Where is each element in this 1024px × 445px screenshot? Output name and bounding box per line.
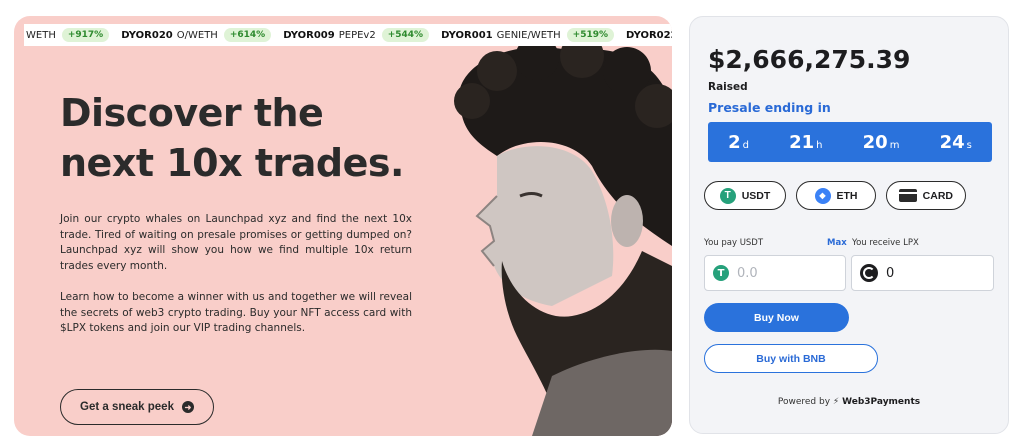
sneak-peek-button[interactable]: Get a sneak peek ➜ bbox=[60, 389, 214, 425]
lpx-token-icon bbox=[860, 264, 878, 282]
raised-label: Raised bbox=[708, 81, 748, 93]
countdown-seconds: 24 s bbox=[940, 132, 972, 153]
usdt-icon: T bbox=[719, 187, 736, 204]
countdown-minutes: 20 m bbox=[863, 132, 900, 153]
receive-amount-field: 0 bbox=[851, 255, 994, 291]
countdown-days: 2 d bbox=[728, 132, 749, 153]
countdown-hours: 21 h bbox=[789, 132, 822, 153]
ticker-symbol: DYOR020 bbox=[121, 29, 173, 41]
countdown-value: 21 bbox=[789, 131, 815, 153]
powered-by-footer: Powered by ⚡ Web3Payments bbox=[690, 397, 1008, 407]
max-button[interactable]: Max bbox=[827, 238, 847, 248]
raised-amount: $2,666,275.39 bbox=[708, 45, 911, 74]
ticker-item[interactable]: DYOR020 O/WETH +614% bbox=[121, 28, 272, 42]
ticker-pair: PEPEv2 bbox=[338, 29, 376, 41]
countdown-value: 20 bbox=[862, 131, 888, 153]
ticker-pair: GENIE/WETH bbox=[496, 29, 561, 41]
countdown-suffix: d bbox=[742, 139, 749, 151]
you-pay-label: You pay USDT bbox=[704, 238, 764, 248]
pay-card-label: CARD bbox=[922, 189, 953, 202]
countdown-suffix: s bbox=[966, 139, 972, 151]
ticker-symbol: DYOR022 bbox=[626, 29, 672, 41]
presale-panel: $2,666,275.39 Raised Presale ending in 2… bbox=[689, 16, 1009, 434]
pay-usdt-label: USDT bbox=[741, 189, 771, 202]
credit-card-icon bbox=[899, 189, 917, 202]
arrow-right-icon: ➜ bbox=[181, 401, 194, 413]
hero-paragraph: Learn how to become a winner with us and… bbox=[60, 291, 412, 334]
countdown-suffix: m bbox=[889, 139, 900, 151]
ticker-change-badge: +917% bbox=[61, 28, 110, 42]
buy-with-bnb-button[interactable]: Buy with BNB bbox=[704, 344, 878, 373]
ticker-pair: O/WETH bbox=[176, 29, 218, 41]
ticker-change-badge: +614% bbox=[223, 28, 272, 42]
pay-amount-field[interactable]: T bbox=[704, 255, 846, 291]
ticker-symbol: DYOR009 bbox=[283, 29, 335, 41]
presale-ending-label: Presale ending in bbox=[708, 100, 831, 115]
pay-amount-input[interactable] bbox=[737, 265, 827, 281]
hero-headline: Discover the next 10x trades. bbox=[60, 91, 404, 185]
ticker-symbol: DYOR001 bbox=[441, 29, 493, 41]
ticker-item[interactable]: DYOR001 GENIE/WETH +519% bbox=[441, 28, 615, 42]
pay-eth-button[interactable]: ◆ ETH bbox=[796, 181, 876, 210]
price-ticker: WETH +917% DYOR020 O/WETH +614% DYOR009 … bbox=[24, 24, 672, 46]
powered-by-brand[interactable]: Web3Payments bbox=[842, 397, 920, 407]
countdown-value: 24 bbox=[939, 131, 965, 153]
receive-amount-value: 0 bbox=[886, 265, 895, 281]
buy-now-button[interactable]: Buy Now bbox=[704, 303, 849, 332]
hero-paragraph: Join our crypto whales on Launchpad xyz … bbox=[60, 213, 412, 272]
web3payments-logo-icon: ⚡ bbox=[832, 397, 840, 407]
pay-usdt-button[interactable]: T USDT bbox=[704, 181, 786, 210]
pay-card-button[interactable]: CARD bbox=[886, 181, 966, 210]
pay-eth-label: ETH bbox=[836, 189, 858, 202]
payment-method-selector: T USDT ◆ ETH CARD bbox=[704, 181, 966, 210]
ticker-pair: WETH bbox=[26, 29, 56, 41]
hero-banner: WETH +917% DYOR020 O/WETH +614% DYOR009 … bbox=[14, 16, 672, 436]
powered-by-label: Powered by bbox=[777, 397, 831, 407]
man-portrait-image bbox=[402, 46, 672, 436]
ticker-change-badge: +519% bbox=[566, 28, 615, 42]
countdown-timer: 2 d 21 h 20 m 24 s bbox=[708, 122, 992, 162]
countdown-suffix: h bbox=[816, 139, 823, 151]
sneak-peek-label: Get a sneak peek bbox=[80, 401, 174, 413]
usdt-icon: T bbox=[713, 265, 729, 281]
ticker-item[interactable]: DYOR009 PEPEv2 +544% bbox=[283, 28, 430, 42]
eth-icon: ◆ bbox=[814, 187, 831, 204]
ticker-item[interactable]: DYOR022 xA bbox=[626, 30, 672, 41]
countdown-value: 2 bbox=[728, 131, 741, 153]
ticker-item[interactable]: WETH +917% bbox=[26, 28, 110, 42]
ticker-change-badge: +544% bbox=[381, 28, 430, 42]
you-receive-label: You receive LPX bbox=[852, 238, 919, 248]
